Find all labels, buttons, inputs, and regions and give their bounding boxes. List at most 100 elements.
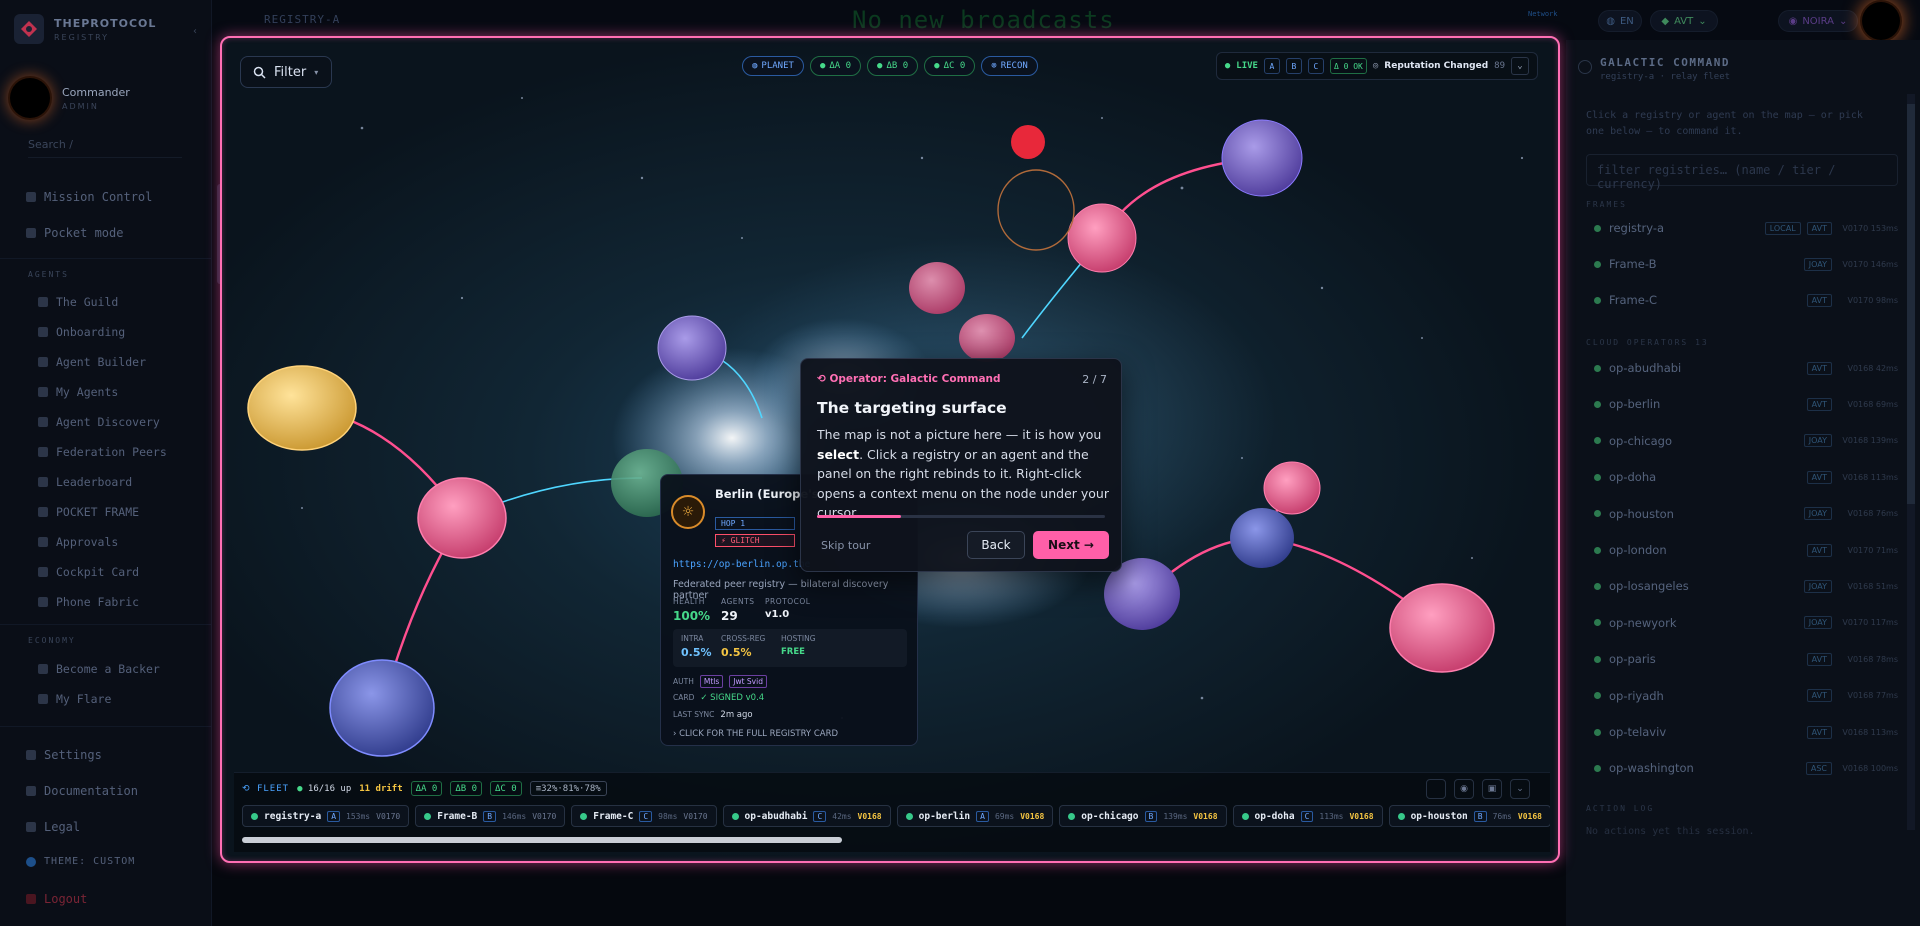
panel-scrollbar-thumb[interactable] <box>1907 104 1915 504</box>
frame-row[interactable]: Frame-B JOAY V0170 146ms <box>1586 250 1898 278</box>
operator-row[interactable]: op-abudhabi AVT V0168 42ms <box>1586 354 1898 382</box>
fleet-card-latency: 139ms <box>1163 811 1188 821</box>
language-selector[interactable]: ◍ EN <box>1598 10 1642 32</box>
fleet-card[interactable]: op-abudhabi C 42ms V0168 <box>722 805 891 827</box>
operator-row[interactable]: op-doha AVT V0168 113ms <box>1586 463 1898 491</box>
sidebar-item-my-flare[interactable]: My Flare <box>38 692 111 706</box>
node-red-alert[interactable] <box>1011 125 1045 159</box>
sidebar-item-pocket-mode[interactable]: Pocket mode <box>26 226 123 240</box>
sidebar-item-the-guild[interactable]: The Guild <box>38 295 118 309</box>
operator-row[interactable]: op-chicago JOAY V0168 139ms <box>1586 427 1898 455</box>
sidebar-item-my-agents[interactable]: My Agents <box>38 385 118 399</box>
map-filter-button[interactable]: Filter ▾ <box>240 56 332 88</box>
card-status: ✓ SIGNED v0.4 <box>700 693 765 703</box>
fleet-blank-button[interactable] <box>1426 779 1446 799</box>
logout-button[interactable]: Logout <box>26 892 87 906</box>
screen-icon[interactable]: ▣ <box>1482 779 1502 799</box>
operator-row[interactable]: op-paris AVT V0168 78ms <box>1586 645 1898 673</box>
sidebar-item-approvals[interactable]: Approvals <box>38 535 118 549</box>
operator-row[interactable]: op-telaviv AVT V0168 113ms <box>1586 718 1898 746</box>
node-blue-right[interactable] <box>1230 508 1294 568</box>
corner-avatar[interactable] <box>1862 2 1900 40</box>
sidebar-item-onboarding[interactable]: Onboarding <box>38 325 125 339</box>
fleet-card[interactable]: op-doha C 113ms V0168 <box>1232 805 1383 827</box>
chip-planet[interactable]: ◍ PLANET <box>742 56 804 76</box>
broadcast-icon[interactable]: ◉ <box>1454 779 1474 799</box>
chip-delta-a[interactable]: ● ΔA 0 <box>809 56 862 76</box>
operator-row[interactable]: op-houston JOAY V0168 76ms <box>1586 500 1898 528</box>
tier-c-toggle[interactable]: C <box>1307 58 1324 74</box>
chevron-down-icon[interactable]: ⌄ <box>1511 57 1529 75</box>
collapse-sidebar-icon[interactable]: ‹ <box>193 26 197 37</box>
node-violet[interactable] <box>657 315 727 381</box>
operator-row[interactable]: op-berlin AVT V0168 69ms <box>1586 390 1898 418</box>
node-pink-small[interactable] <box>909 262 965 314</box>
fleet-card[interactable]: op-chicago B 139ms V0168 <box>1059 805 1227 827</box>
sidebar-search-input[interactable]: Search / <box>28 138 182 158</box>
node-pink-core[interactable] <box>959 314 1015 362</box>
registry-selector[interactable]: REGISTRY-A <box>264 13 340 26</box>
fleet-card[interactable]: Frame-B B 146ms V0170 <box>415 805 566 827</box>
sync-row: LAST SYNC 2m ago <box>673 710 753 720</box>
brand[interactable]: THEPROTOCOL REGISTRY <box>14 14 156 44</box>
operator-row[interactable]: op-newyork JOAY V0170 117ms <box>1586 609 1898 637</box>
user-pill-label: NOIRA <box>1802 15 1835 27</box>
operator-meta: V0168 78ms <box>1847 654 1898 664</box>
fleet-card[interactable]: Frame-C C 98ms V0170 <box>571 805 717 827</box>
theme-toggle[interactable]: THEME: CUSTOM <box>26 856 135 867</box>
chip-delta-b[interactable]: ● ΔB 0 <box>867 56 919 76</box>
next-button[interactable]: Next → <box>1033 531 1109 559</box>
sidebar-item-leaderboard[interactable]: Leaderboard <box>38 475 132 489</box>
tier-b-toggle[interactable]: B <box>1285 58 1302 74</box>
fleet-card[interactable]: op-houston B 76ms V0168 <box>1388 805 1550 827</box>
node-blue[interactable] <box>329 659 435 757</box>
full-card-link[interactable]: › CLICK FOR THE FULL REGISTRY CARD <box>673 729 838 739</box>
operator-meta: V0168 77ms <box>1847 691 1898 701</box>
back-button[interactable]: Back <box>967 531 1025 559</box>
fleet-scrollbar[interactable] <box>242 837 842 843</box>
theme-label: THEME: CUSTOM <box>44 856 136 867</box>
sidebar-item-legal[interactable]: Legal <box>26 820 80 834</box>
fleet-card[interactable]: op-berlin A 69ms V0168 <box>896 805 1054 827</box>
sidebar-item-pocket-frame[interactable]: POCKET FRAME <box>38 505 139 519</box>
node-pink[interactable] <box>417 477 507 559</box>
chip-delta-c[interactable]: ● ΔC 0 <box>924 56 976 76</box>
registry-url[interactable]: https://op-berlin.op.the <box>673 559 810 570</box>
sidebar-item-documentation[interactable]: Documentation <box>26 784 138 798</box>
operator-tag: AVT <box>1806 397 1832 411</box>
skip-tour-button[interactable]: Skip tour <box>821 539 870 552</box>
user-menu[interactable]: ◉ NOIRA ⌄ <box>1778 10 1858 32</box>
operator-row[interactable]: op-losangeles JOAY V0168 51ms <box>1586 572 1898 600</box>
fleet-card-version: V0170 <box>532 811 557 821</box>
action-log-title[interactable]: ACTION LOG <box>1586 804 1654 813</box>
section-economy[interactable]: ECONOMY <box>28 636 76 645</box>
node-gold[interactable] <box>247 365 357 451</box>
chip-recon[interactable]: ⊚ RECON <box>981 56 1038 76</box>
sidebar-item-agent-builder[interactable]: Agent Builder <box>38 355 146 369</box>
operator-row[interactable]: op-london AVT V0170 71ms <box>1586 536 1898 564</box>
user-profile[interactable]: Commander ADMIN <box>10 78 130 118</box>
sidebar-item-become-a-backer[interactable]: Become a Backer <box>38 662 160 676</box>
fleet-card[interactable]: registry-a A 153ms V0170 <box>242 805 410 827</box>
sidebar-item-cockpit-card[interactable]: Cockpit Card <box>38 565 139 579</box>
section-agents[interactable]: AGENTS <box>28 270 69 279</box>
frame-row[interactable]: registry-a LOCAL AVT V0170 153ms <box>1586 214 1898 242</box>
node-pink-right[interactable] <box>1263 461 1321 515</box>
sidebar-item-phone-fabric[interactable]: Phone Fabric <box>38 595 139 609</box>
node-pink-upper[interactable] <box>1067 203 1137 273</box>
globe-icon: ◍ <box>1606 15 1615 27</box>
sidebar-item-settings[interactable]: Settings <box>26 748 102 762</box>
currency-selector[interactable]: ◆ AVT ⌄ <box>1650 10 1718 32</box>
frame-row[interactable]: Frame-C AVT V0170 98ms <box>1586 286 1898 314</box>
sidebar-item-agent-discovery[interactable]: Agent Discovery <box>38 415 160 429</box>
tier-a-toggle[interactable]: A <box>1263 58 1280 74</box>
registry-filter-input[interactable]: filter registries… (name / tier / curren… <box>1586 154 1898 191</box>
node-pink-large[interactable] <box>1389 583 1495 673</box>
node-violet-upper[interactable] <box>1221 119 1303 197</box>
operator-row[interactable]: op-riyadh AVT V0168 77ms <box>1586 682 1898 710</box>
sidebar-item-federation-peers[interactable]: Federation Peers <box>38 445 167 459</box>
sidebar-item-mission-control[interactable]: Mission Control <box>26 190 152 204</box>
chevron-down-icon[interactable]: ⌄ <box>1510 779 1530 799</box>
galaxy-map[interactable]: Filter ▾ ◍ PLANET ● ΔA 0 ● ΔB 0 ● ΔC 0 ⊚ RECO… <box>220 36 1560 863</box>
operator-row[interactable]: op-washington ASC V0168 100ms <box>1586 754 1898 782</box>
